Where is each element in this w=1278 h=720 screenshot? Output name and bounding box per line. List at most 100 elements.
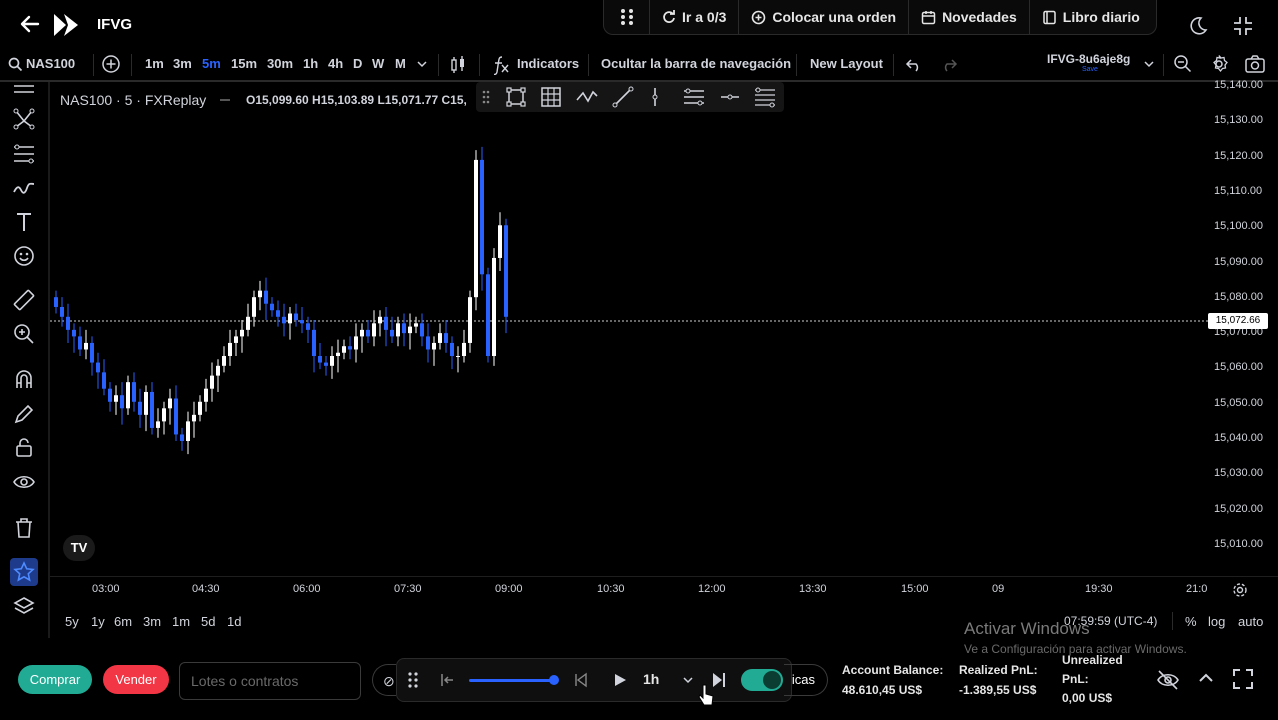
favorites-button[interactable] bbox=[10, 558, 38, 586]
jump-to-start-icon[interactable] bbox=[439, 672, 455, 688]
layout-name[interactable]: IFVG-8u6aje8g bbox=[1047, 52, 1130, 66]
candle-body bbox=[66, 316, 70, 330]
layout-chevron-down-icon[interactable] bbox=[1143, 59, 1155, 69]
sell-button[interactable]: Vender bbox=[103, 665, 169, 694]
candlestick-chart[interactable] bbox=[50, 82, 1208, 576]
layers-icon[interactable] bbox=[12, 595, 36, 619]
candle-body bbox=[78, 336, 82, 350]
hide-nav-button[interactable]: Ocultar la barra de navegación bbox=[601, 56, 791, 71]
camera-icon[interactable] bbox=[1244, 54, 1266, 74]
candles-icon[interactable] bbox=[449, 55, 467, 75]
chevron-down-icon[interactable] bbox=[416, 59, 428, 69]
auto-play-toggle[interactable] bbox=[741, 669, 783, 691]
place-order-button[interactable]: Colocar una orden bbox=[739, 0, 910, 34]
crosshair-lines-icon[interactable] bbox=[12, 82, 36, 96]
range-5d[interactable]: 5d bbox=[201, 614, 215, 629]
redo-icon[interactable] bbox=[940, 57, 958, 73]
grid-tool-icon[interactable] bbox=[540, 86, 562, 108]
menu-grid-button[interactable] bbox=[604, 0, 650, 34]
timeframe-1h[interactable]: 1h bbox=[303, 56, 318, 71]
layout-save-label[interactable]: Save bbox=[1082, 66, 1098, 73]
fib-tool-icon[interactable] bbox=[12, 142, 36, 166]
log-toggle[interactable]: log bbox=[1208, 614, 1225, 629]
axis-settings-icon[interactable] bbox=[1232, 582, 1248, 598]
auto-toggle[interactable]: auto bbox=[1238, 614, 1263, 629]
timeframe-1m[interactable]: 1m bbox=[145, 56, 164, 71]
timeframe-30m[interactable]: 30m bbox=[267, 56, 293, 71]
back-arrow-icon[interactable] bbox=[18, 12, 42, 36]
tactics-button[interactable]: icas bbox=[784, 664, 828, 696]
timeframe-m[interactable]: M bbox=[395, 56, 406, 71]
collapse-icon[interactable] bbox=[1232, 15, 1254, 37]
candle-body bbox=[72, 329, 76, 337]
time-axis[interactable]: 03:00 04:30 06:00 07:30 09:00 10:30 12:00 13:30… bbox=[50, 576, 1278, 603]
replay-progress-handle[interactable] bbox=[549, 675, 559, 685]
replay-progress-track[interactable] bbox=[469, 679, 555, 682]
candle-body bbox=[474, 159, 478, 298]
rectangle-tool-icon[interactable] bbox=[505, 86, 527, 108]
order-type-button[interactable]: ⊘ bbox=[372, 664, 396, 696]
buy-button[interactable]: Comprar bbox=[18, 665, 92, 694]
candle-body bbox=[108, 388, 112, 402]
magnet-icon[interactable] bbox=[12, 368, 36, 392]
vertical-line-tool-icon[interactable] bbox=[649, 86, 661, 108]
step-back-icon[interactable] bbox=[573, 672, 589, 688]
search-icon bbox=[8, 57, 23, 72]
indicators-button[interactable]: Indicators bbox=[517, 56, 579, 71]
range-1y[interactable]: 1y bbox=[91, 614, 105, 629]
speed-chevron-down-icon[interactable] bbox=[682, 675, 694, 685]
range-3m[interactable]: 3m bbox=[143, 614, 161, 629]
new-layout-button[interactable]: New Layout bbox=[810, 56, 883, 71]
pencil-lock-icon[interactable] bbox=[12, 402, 36, 426]
timeframe-w[interactable]: W bbox=[372, 56, 384, 71]
timeframe-4h[interactable]: 4h bbox=[328, 56, 343, 71]
compare-add-icon[interactable] bbox=[101, 54, 121, 74]
symbol-search[interactable]: NAS100 bbox=[26, 56, 75, 71]
goto-button[interactable]: Ir a 0/3 bbox=[650, 0, 740, 34]
replay-drag-handle-icon[interactable] bbox=[407, 671, 419, 689]
journal-button[interactable]: Libro diario bbox=[1030, 0, 1152, 34]
range-1m[interactable]: 1m bbox=[172, 614, 190, 629]
drag-handle-icon[interactable] bbox=[482, 89, 490, 105]
fullscreen-icon[interactable] bbox=[1231, 667, 1255, 691]
divider bbox=[1163, 54, 1164, 76]
drawing-tools-sidebar bbox=[0, 82, 50, 638]
moon-icon[interactable] bbox=[1186, 15, 1208, 37]
emoji-tool-icon[interactable] bbox=[12, 244, 36, 268]
undo-icon[interactable] bbox=[905, 57, 923, 73]
eye-icon[interactable] bbox=[12, 470, 36, 494]
percent-toggle[interactable]: % bbox=[1185, 614, 1197, 629]
play-icon[interactable] bbox=[612, 672, 628, 688]
timeframe-3m[interactable]: 3m bbox=[173, 56, 192, 71]
trash-icon[interactable] bbox=[12, 516, 36, 540]
ruler-icon[interactable] bbox=[12, 288, 36, 312]
price-axis[interactable]: 15,140.00 15,130.00 15,120.00 15,110.00 15,1… bbox=[1208, 79, 1278, 576]
text-tool-icon[interactable] bbox=[12, 210, 36, 234]
timeframe-d[interactable]: D bbox=[353, 56, 362, 71]
horizontal-line-tool-icon[interactable] bbox=[719, 86, 741, 108]
eye-off-icon[interactable] bbox=[1156, 668, 1180, 692]
channel-tool-icon[interactable] bbox=[682, 86, 706, 108]
range-1d[interactable]: 1d bbox=[227, 614, 241, 629]
candle-body bbox=[210, 375, 214, 389]
lock-icon[interactable] bbox=[12, 436, 36, 460]
divider bbox=[479, 54, 480, 76]
zoom-in-icon[interactable] bbox=[12, 322, 36, 346]
zigzag-tool-icon[interactable] bbox=[575, 86, 599, 108]
settings-gear-icon[interactable] bbox=[1209, 54, 1229, 74]
quick-search-icon[interactable] bbox=[1173, 54, 1193, 74]
trendline-tool-icon[interactable] bbox=[612, 86, 634, 108]
news-button[interactable]: Novedades bbox=[909, 0, 1030, 34]
chevron-up-icon[interactable] bbox=[1196, 668, 1216, 688]
fib-retracement-tool-icon[interactable] bbox=[753, 86, 777, 108]
path-tool-icon[interactable] bbox=[12, 176, 36, 200]
lots-input[interactable] bbox=[179, 662, 361, 700]
symbol-legend[interactable]: NAS100 · 5 · FXReplay bbox=[60, 92, 206, 108]
range-6m[interactable]: 6m bbox=[114, 614, 132, 629]
candle-body bbox=[438, 333, 442, 343]
range-5y[interactable]: 5y bbox=[65, 614, 79, 629]
timeframe-15m[interactable]: 15m bbox=[231, 56, 257, 71]
timeframe-5m[interactable]: 5m bbox=[202, 56, 221, 71]
replay-speed[interactable]: 1h bbox=[643, 671, 659, 687]
pattern-tool-icon[interactable] bbox=[12, 107, 36, 131]
